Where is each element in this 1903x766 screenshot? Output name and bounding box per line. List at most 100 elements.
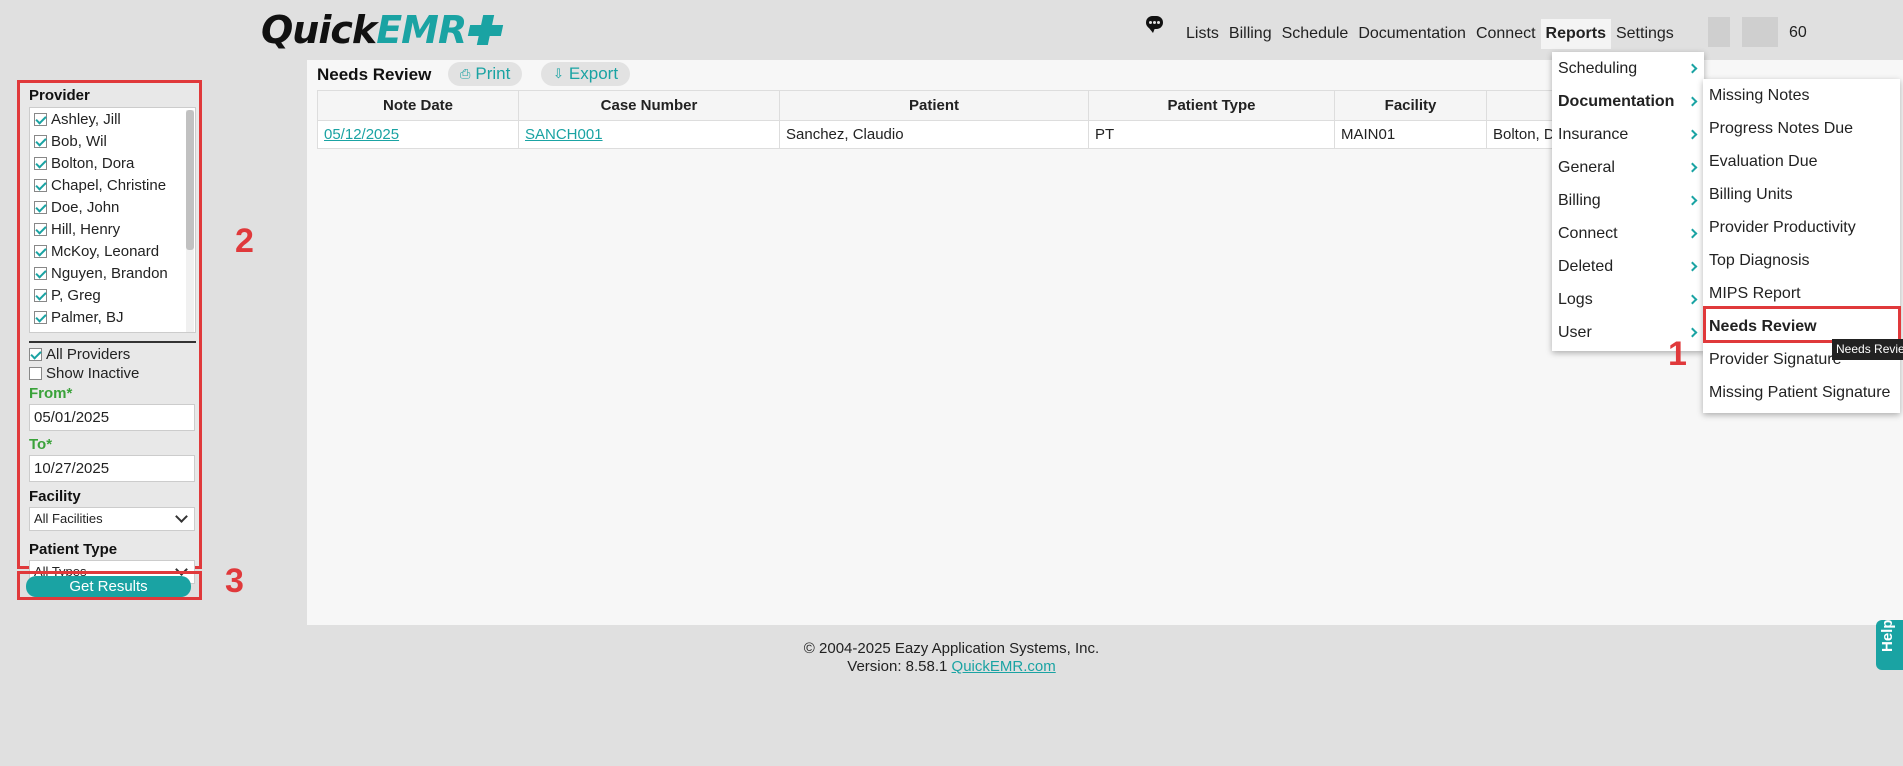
chevron-right-icon (1687, 96, 1698, 107)
page-title: Needs Review (317, 65, 432, 84)
nav-settings[interactable]: Settings (1611, 19, 1679, 49)
chevron-right-icon (1687, 63, 1698, 74)
all-providers-checkbox[interactable] (29, 348, 42, 361)
menu-item-insurance[interactable]: Insurance (1552, 118, 1704, 151)
provider-item[interactable]: Nguyen, Brandon (30, 262, 195, 284)
menu-item-label: User (1558, 324, 1592, 341)
export-icon: ⇩ (553, 66, 564, 81)
quickemr-link[interactable]: QuickEMR.com (952, 658, 1056, 675)
case-number-cell: SANCH001 (518, 120, 780, 149)
note-date-cell: 05/12/2025 (317, 120, 519, 149)
nav-documentation[interactable]: Documentation (1353, 19, 1471, 49)
menu-item-deleted[interactable]: Deleted (1552, 250, 1704, 283)
provider-name: Bolton, Dora (51, 154, 135, 172)
provider-list[interactable]: Ashley, Jill Bob, Wil Bolton, Dora Chape… (29, 107, 196, 333)
menu-item-billing[interactable]: Billing (1552, 184, 1704, 217)
note-date-link[interactable]: 05/12/2025 (324, 126, 399, 143)
needs-review-highlight (1703, 306, 1901, 343)
show-inactive-toggle[interactable]: Show Inactive (29, 364, 191, 383)
submenu-item-billing-units[interactable]: Billing Units (1703, 178, 1900, 211)
column-header[interactable]: Note Date (317, 90, 519, 121)
provider-item[interactable]: Doe, John (30, 196, 195, 218)
checkbox[interactable] (34, 200, 47, 214)
annotation-number-1: 1 (1668, 335, 1687, 373)
help-tab[interactable]: Help (1876, 619, 1903, 670)
table-row: 05/12/2025 SANCH001 Sanchez, Claudio PT … (317, 120, 1607, 149)
provider-item[interactable]: Bolton, Dora (30, 152, 195, 174)
to-date-input[interactable]: 10/27/2025 (29, 455, 195, 482)
column-header[interactable]: Facility (1334, 90, 1487, 121)
plus-icon (468, 13, 502, 47)
submenu-item-missing-notes[interactable]: Missing Notes (1703, 79, 1900, 112)
submenu-item-evaluation-due[interactable]: Evaluation Due (1703, 145, 1900, 178)
menu-item-label: Connect (1558, 225, 1618, 242)
facility-cell: MAIN01 (1334, 120, 1487, 149)
checkbox[interactable] (34, 222, 47, 236)
annotation-number-3: 3 (225, 562, 244, 600)
annotation-number-2: 2 (235, 222, 254, 260)
provider-item[interactable]: Hill, Henry (30, 218, 195, 240)
provider-item[interactable]: P, Greg (30, 284, 195, 306)
chevron-right-icon (1687, 294, 1698, 305)
chevron-right-icon (1687, 129, 1698, 140)
chevron-right-icon (1687, 228, 1698, 239)
results-table: Note Date Case Number Patient Patient Ty… (317, 90, 1607, 149)
provider-name: Bob, Wil (51, 132, 107, 150)
provider-name: McKoy, Leonard (51, 242, 160, 260)
menu-item-general[interactable]: General (1552, 151, 1704, 184)
patient-type-cell: PT (1088, 120, 1335, 149)
provider-item[interactable]: McKoy, Leonard (30, 240, 195, 262)
all-providers-toggle[interactable]: All Providers (29, 345, 191, 364)
checkbox[interactable] (34, 112, 47, 126)
column-header[interactable]: Patient Type (1088, 90, 1335, 121)
menu-item-scheduling[interactable]: Scheduling (1552, 52, 1704, 85)
user-avatar[interactable] (1708, 17, 1730, 47)
session-counter: 60 (1789, 24, 1807, 41)
provider-name: Ashley, Jill (51, 110, 121, 128)
submenu-item-top-diagnosis[interactable]: Top Diagnosis (1703, 244, 1900, 277)
provider-item[interactable]: Palmer, BJ (30, 306, 195, 328)
nav-reports[interactable]: Reports (1540, 19, 1611, 49)
user-name[interactable] (1742, 17, 1778, 47)
submenu-item-missing-patient-signature[interactable]: Missing Patient Signature (1703, 376, 1900, 409)
checkbox[interactable] (34, 244, 47, 258)
provider-name: Hill, Henry (51, 220, 121, 238)
logo-text-emr: EMR (376, 8, 467, 52)
show-inactive-checkbox[interactable] (29, 367, 42, 380)
checkbox[interactable] (34, 266, 47, 280)
provider-item[interactable]: Ashley, Jill (30, 108, 195, 130)
checkbox[interactable] (34, 288, 47, 302)
submenu-item-provider-productivity[interactable]: Provider Productivity (1703, 211, 1900, 244)
export-button[interactable]: ⇩ Export (541, 62, 631, 86)
scrollbar-thumb[interactable] (186, 110, 194, 250)
checkbox[interactable] (34, 134, 47, 148)
chevron-down-icon (175, 510, 188, 523)
patient-cell: Sanchez, Claudio (779, 120, 1089, 149)
version-line: Version: 8.58.1 QuickEMR.com (0, 658, 1903, 676)
provider-name: Nguyen, Brandon (51, 264, 168, 282)
provider-list-scrollbar[interactable] (186, 110, 194, 332)
menu-item-connect[interactable]: Connect (1552, 217, 1704, 250)
from-date-input[interactable]: 05/01/2025 (29, 404, 195, 431)
nav-schedule[interactable]: Schedule (1277, 19, 1354, 49)
chat-icon[interactable] (1146, 16, 1163, 33)
footer: © 2004-2025 Eazy Application Systems, In… (0, 640, 1903, 676)
checkbox[interactable] (34, 310, 47, 324)
column-header[interactable]: Case Number (518, 90, 780, 121)
checkbox[interactable] (34, 156, 47, 170)
quickemr-logo[interactable]: Quick EMR (261, 6, 502, 54)
checkbox[interactable] (34, 178, 47, 192)
provider-item[interactable]: Chapel, Christine (30, 174, 195, 196)
submenu-item-progress-notes-due[interactable]: Progress Notes Due (1703, 112, 1900, 145)
get-results-button[interactable]: Get Results (26, 576, 191, 597)
nav-billing[interactable]: Billing (1224, 19, 1277, 49)
menu-item-documentation[interactable]: Documentation (1552, 85, 1704, 118)
nav-connect[interactable]: Connect (1471, 19, 1541, 49)
nav-lists[interactable]: Lists (1181, 19, 1224, 49)
provider-item[interactable]: Bob, Wil (30, 130, 195, 152)
column-header[interactable]: Patient (779, 90, 1089, 121)
menu-item-logs[interactable]: Logs (1552, 283, 1704, 316)
facility-select[interactable]: All Facilities (29, 507, 195, 531)
print-button[interactable]: ⎙ Print (448, 62, 523, 86)
case-number-link[interactable]: SANCH001 (525, 126, 603, 143)
